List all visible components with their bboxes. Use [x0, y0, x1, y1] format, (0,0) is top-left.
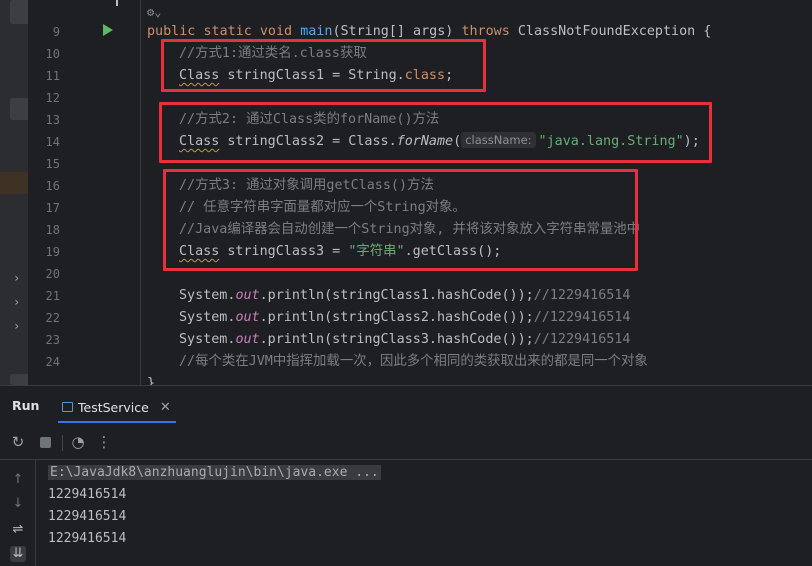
line-number: 11 — [45, 69, 60, 83]
highlight-box-method-1 — [161, 39, 486, 92]
active-tab-indicator — [58, 421, 176, 423]
line-number: 13 — [45, 113, 60, 127]
comment: //1229416514 — [533, 288, 631, 303]
line-number: 24 — [45, 355, 60, 369]
code-text: .println(stringClass2.hashCode()); — [259, 310, 534, 325]
field-name: out — [235, 288, 260, 303]
keyword: public — [147, 24, 196, 39]
line-number: 22 — [45, 311, 60, 325]
java-command[interactable]: E:\JavaJdk8\anzhuanglujin\bin\java.exe .… — [48, 465, 381, 480]
comment: //1229416514 — [533, 332, 631, 347]
code-text: System. — [179, 288, 236, 303]
console-line: 1229416514 — [48, 509, 127, 524]
code-text: System. — [179, 310, 236, 325]
console-line: 1229416514 — [48, 487, 127, 502]
field-name: out — [235, 332, 260, 347]
code-line-22[interactable]: System.out.println(stringClass2.hashCode… — [179, 307, 630, 329]
rerun-icon[interactable]: ↻ — [10, 434, 26, 450]
console-line: E:\JavaJdk8\anzhuanglujin\bin\java.exe .… — [48, 462, 381, 484]
run-tab-bar: Run TestService ✕ — [0, 386, 812, 426]
code-text: (String[] args) — [332, 24, 462, 39]
chevron-right-icon[interactable]: › — [13, 320, 20, 332]
strip-block — [10, 0, 28, 24]
soft-wrap-icon[interactable]: ⇌ — [10, 522, 26, 538]
text-cursor — [116, 0, 118, 6]
code-text: .println(stringClass3.hashCode()); — [259, 332, 534, 347]
keyword: throws — [461, 24, 510, 39]
keyword: static — [203, 24, 252, 39]
method-name: main — [300, 24, 333, 39]
keyword: void — [259, 24, 293, 39]
strip-marker — [0, 172, 28, 194]
stop-icon[interactable] — [37, 434, 53, 450]
console-side-toolbar: ↑ ↓ ⇌ ⇊ — [0, 460, 36, 566]
console-line: 1229416514 — [48, 531, 127, 546]
line-number: 9 — [52, 25, 60, 39]
code-editor[interactable]: › › › 9 10 11 12 13 14 15 16 17 18 19 20… — [0, 0, 812, 385]
more-options-icon[interactable]: ⋮ — [96, 434, 112, 450]
code-text: .println(stringClass1.hashCode()); — [259, 288, 534, 303]
ai-assist-icon[interactable]: ⚙︎⌄ — [147, 5, 161, 19]
closing-brace: } — [147, 376, 156, 385]
scroll-to-end-icon[interactable]: ⇊ — [10, 546, 26, 562]
left-tool-strip: › › › — [0, 0, 28, 385]
line-number: 19 — [45, 245, 60, 259]
run-toolbar: ↻ ◔ ⋮ — [0, 426, 812, 460]
scroll-down-icon[interactable]: ↓ — [10, 496, 26, 512]
comment: //1229416514 — [533, 310, 631, 325]
line-number: 15 — [45, 157, 60, 171]
console-icon — [62, 402, 73, 412]
close-icon[interactable]: ✕ — [160, 400, 171, 415]
run-panel-title: Run — [12, 398, 40, 413]
indent-guide — [140, 0, 141, 385]
line-number: 18 — [45, 223, 60, 237]
coverage-icon[interactable]: ◔ — [70, 434, 86, 450]
scroll-up-icon[interactable]: ↑ — [10, 472, 26, 488]
highlight-box-method-2 — [159, 102, 712, 163]
tab-testservice[interactable]: TestService ✕ — [62, 396, 171, 418]
line-number-gutter: 9 10 11 12 13 14 15 16 17 18 19 20 21 22… — [28, 0, 141, 385]
strip-block — [10, 374, 28, 385]
code-line-21[interactable]: System.out.println(stringClass1.hashCode… — [179, 285, 630, 307]
toolbar-separator — [62, 435, 63, 451]
line-number: 20 — [45, 267, 60, 281]
line-number: 21 — [45, 289, 60, 303]
line-number: 14 — [45, 135, 60, 149]
run-gutter-icon[interactable] — [103, 24, 113, 36]
line-number: 16 — [45, 179, 60, 193]
code-text: System. — [179, 332, 236, 347]
line-number: 12 — [45, 91, 60, 105]
strip-block — [10, 98, 28, 120]
code-line-23[interactable]: System.out.println(stringClass3.hashCode… — [179, 329, 630, 351]
chevron-right-icon[interactable]: › — [13, 296, 20, 308]
chevron-right-icon[interactable]: › — [13, 272, 20, 284]
line-number: 23 — [45, 333, 60, 347]
line-number: 10 — [45, 47, 60, 61]
run-tool-window: Run TestService ✕ ↻ ◔ ⋮ ↑ ↓ ⇌ ⇊ E:\JavaJ… — [0, 385, 812, 566]
tab-label: TestService — [78, 399, 149, 415]
code-text: ClassNotFoundException { — [509, 24, 712, 39]
line-number: 17 — [45, 201, 60, 215]
highlight-box-method-3 — [163, 169, 638, 271]
code-line-24[interactable]: //每个类在JVM中指挥加载一次，因此多个相同的类获取出来的都是同一个对象 — [179, 351, 648, 373]
field-name: out — [235, 310, 260, 325]
